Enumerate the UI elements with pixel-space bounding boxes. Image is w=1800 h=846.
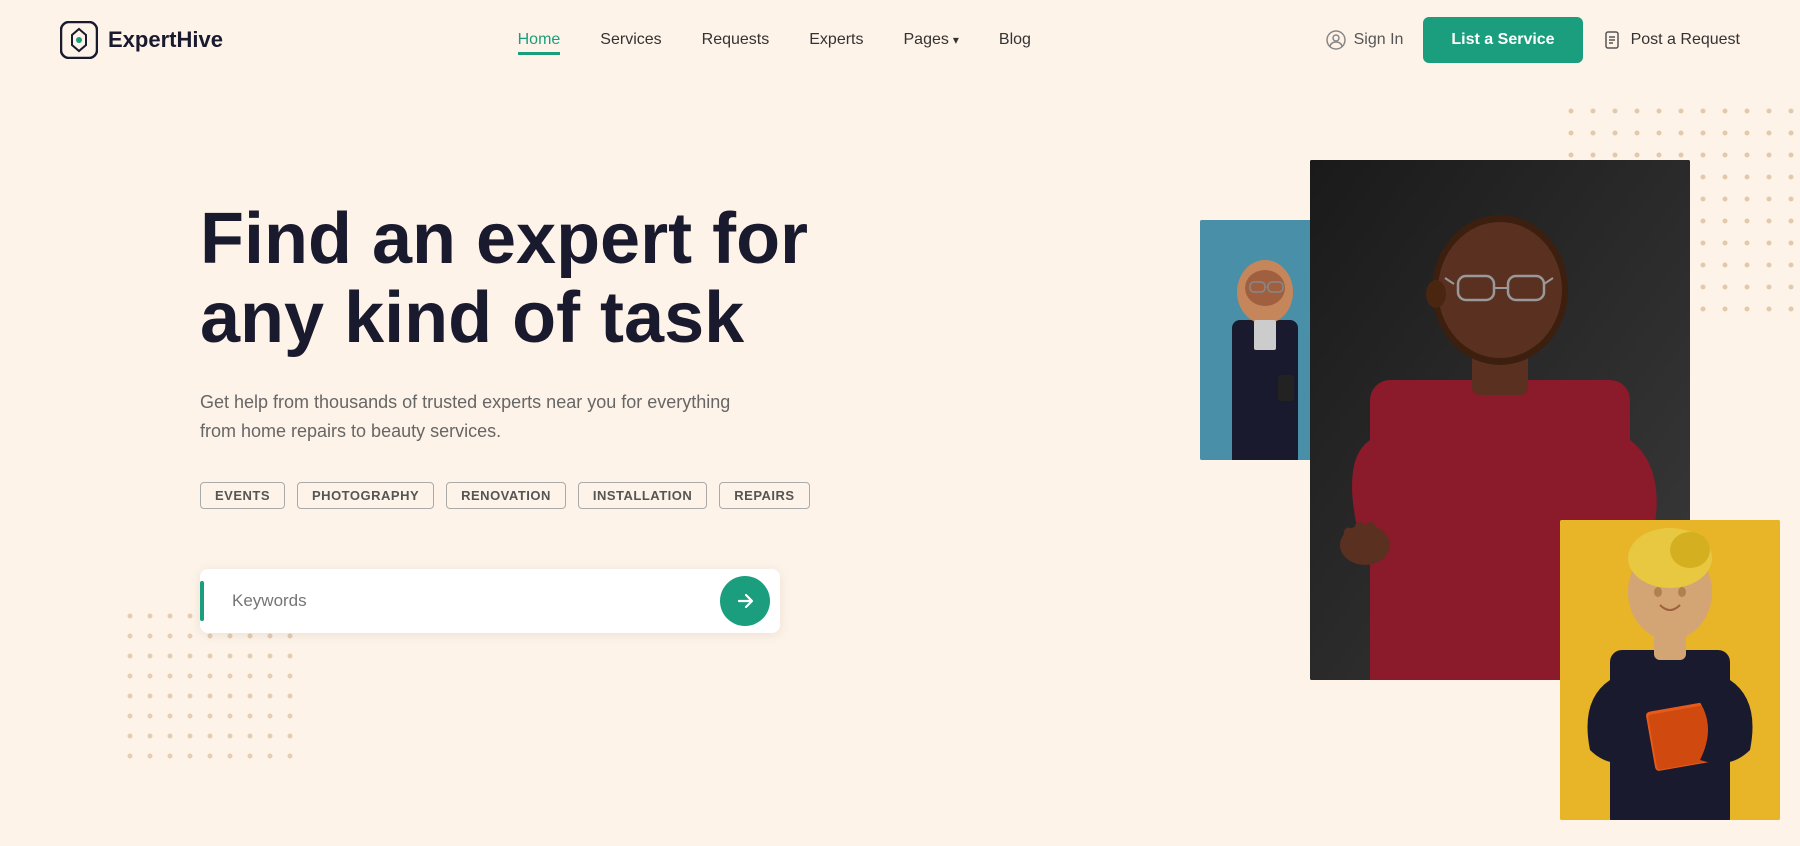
nav-item-experts[interactable]: Experts (809, 31, 863, 49)
sign-in-icon (1326, 30, 1346, 50)
logo-text: ExpertHive (108, 27, 223, 53)
hero-section: /* dots */ Find an expert for any kind o… (0, 80, 1800, 846)
hero-title: Find an expert for any kind of task (200, 200, 880, 358)
logo[interactable]: ExpertHive (60, 21, 223, 59)
nav-item-home[interactable]: Home (518, 31, 561, 49)
nav-item-services[interactable]: Services (600, 31, 661, 49)
search-bar-accent (200, 581, 204, 621)
tag-renovation[interactable]: RENOVATION (446, 482, 566, 509)
nav-link-pages[interactable]: Pages ▾ (904, 31, 959, 49)
tag-repairs[interactable]: REPAIRS (719, 482, 809, 509)
nav-link-services[interactable]: Services (600, 31, 661, 48)
nav-link-home[interactable]: Home (518, 31, 561, 55)
nav-item-pages[interactable]: Pages ▾ (904, 31, 959, 49)
list-service-button[interactable]: List a Service (1423, 17, 1582, 63)
nav-link-requests[interactable]: Requests (702, 31, 770, 48)
nav-item-blog[interactable]: Blog (999, 31, 1031, 49)
hero-content: Find an expert for any kind of task Get … (0, 80, 1800, 846)
nav-links: Home Services Requests Experts Pages ▾ B… (518, 31, 1031, 49)
chevron-down-icon: ▾ (953, 33, 959, 47)
hero-subtitle: Get help from thousands of trusted exper… (200, 388, 740, 446)
arrow-right-icon (734, 590, 756, 612)
hero-tags: EVENTS PHOTOGRAPHY RENOVATION INSTALLATI… (200, 482, 1800, 509)
tag-installation[interactable]: INSTALLATION (578, 482, 707, 509)
search-input[interactable] (220, 591, 720, 611)
tag-events[interactable]: EVENTS (200, 482, 285, 509)
tag-photography[interactable]: PHOTOGRAPHY (297, 482, 434, 509)
nav-item-requests[interactable]: Requests (702, 31, 770, 49)
nav-right: Sign In List a Service Post a Request (1326, 17, 1740, 63)
search-bar (200, 569, 780, 633)
search-button[interactable] (720, 576, 770, 626)
post-request-label: Post a Request (1631, 31, 1740, 49)
navbar: ExpertHive Home Services Requests Expert… (0, 0, 1800, 80)
sign-in-link[interactable]: Sign In (1326, 30, 1404, 50)
post-request-link[interactable]: Post a Request (1603, 30, 1740, 50)
sign-in-label: Sign In (1354, 31, 1404, 49)
logo-icon (60, 21, 98, 59)
document-icon (1603, 30, 1623, 50)
nav-link-blog[interactable]: Blog (999, 31, 1031, 48)
nav-link-experts[interactable]: Experts (809, 31, 863, 48)
